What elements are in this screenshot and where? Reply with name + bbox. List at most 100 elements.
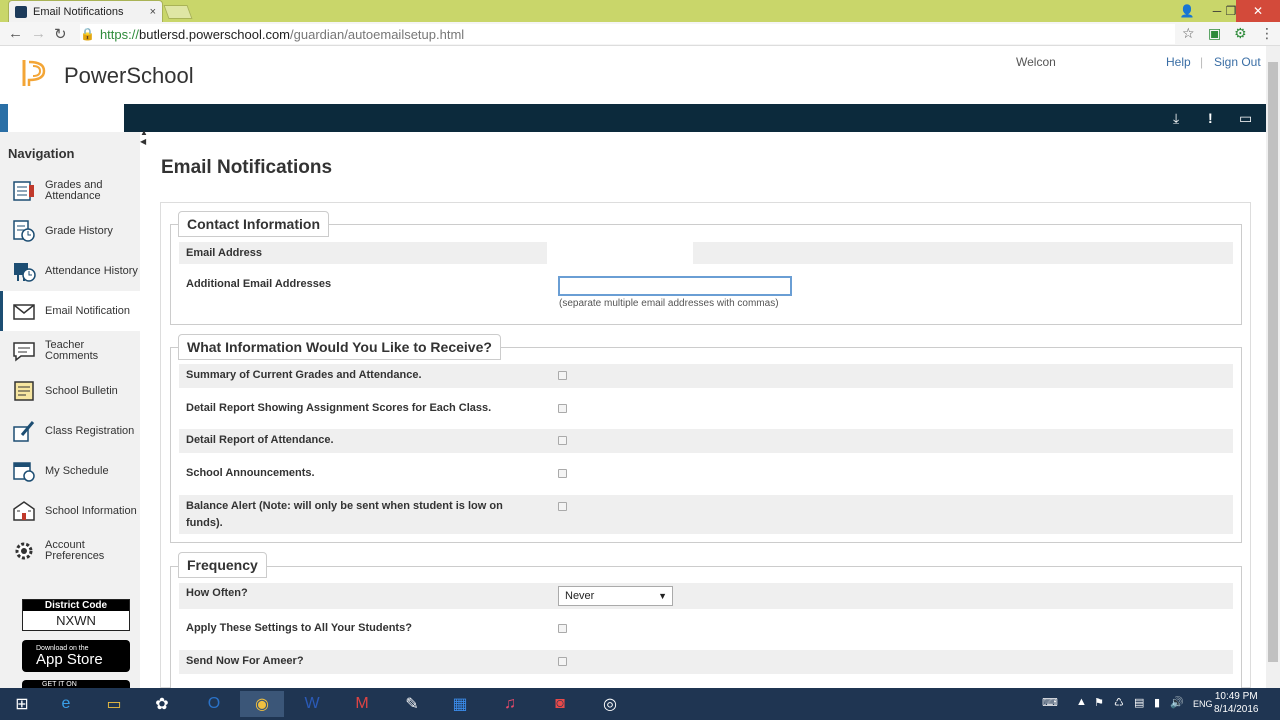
browser-toolbar: ← → ↻ 🔒 https:// butlersd.powerschool.co…: [0, 22, 1280, 46]
internet-explorer-icon[interactable]: e: [44, 691, 88, 717]
sidebar-item-label: Grade History: [45, 224, 113, 237]
option-label: Summary of Current Grades and Attendance…: [186, 369, 422, 381]
tray-expand-icon[interactable]: ▲: [1076, 696, 1087, 708]
network-icon[interactable]: ▤: [1134, 696, 1144, 709]
taskbar-clock[interactable]: 10:49 PM 8/14/2016: [1214, 690, 1259, 716]
new-tab-button[interactable]: [163, 5, 193, 19]
google-play-small-text: GET IT ON: [42, 681, 77, 688]
app-icon[interactable]: ✎: [390, 691, 434, 717]
sidebar-collapse-toggle[interactable]: ▲ ◀: [140, 128, 148, 152]
attendance-report-checkbox[interactable]: [558, 436, 567, 445]
volume-icon[interactable]: 🔊: [1170, 696, 1184, 709]
summary-grades-checkbox[interactable]: [558, 371, 567, 380]
extension-icon[interactable]: ▣: [1208, 25, 1221, 42]
assignment-scores-checkbox[interactable]: [558, 404, 567, 413]
sidebar-item-my-schedule[interactable]: My Schedule: [0, 451, 140, 491]
sidebar-item-label: Teacher Comments: [45, 339, 99, 362]
powerschool-logo-icon: [22, 60, 46, 86]
browser-tab[interactable]: Email Notifications ×: [8, 0, 163, 22]
sidebar-item-class-registration[interactable]: Class Registration: [0, 411, 140, 451]
sidebar-item-grade-history[interactable]: Grade History: [0, 211, 140, 251]
registration-pencil-icon: [12, 419, 36, 443]
frequency-legend: Frequency: [178, 552, 267, 578]
outlook-icon[interactable]: O: [192, 691, 236, 717]
send-now-label: Send Now For Ameer?: [186, 655, 304, 667]
user-profile-icon[interactable]: 👤: [1172, 0, 1202, 22]
how-often-select[interactable]: Never ▼: [558, 586, 673, 606]
sidebar-item-label: School Information: [45, 504, 137, 517]
window-close-button[interactable]: ✕: [1236, 0, 1280, 22]
bookmark-star-icon[interactable]: ☆: [1182, 25, 1195, 42]
welcome-text: Welcon: [1016, 55, 1056, 69]
file-explorer-icon[interactable]: ▭: [92, 691, 136, 717]
reload-icon[interactable]: ↻: [54, 25, 67, 43]
sidebar-item-school-information[interactable]: School Information: [0, 491, 140, 531]
sidebar-item-teacher-comments[interactable]: Teacher Comments: [0, 331, 140, 371]
google-play-badge[interactable]: GET IT ON: [22, 680, 130, 688]
sync-icon[interactable]: ♺: [1114, 696, 1124, 709]
back-arrow-icon[interactable]: ←: [8, 25, 23, 42]
district-code-value: NXWN: [56, 613, 96, 628]
battery-icon[interactable]: ▮: [1154, 696, 1160, 709]
forward-arrow-icon[interactable]: →: [31, 25, 46, 42]
word-icon[interactable]: W: [290, 691, 334, 717]
download-icon[interactable]: ⤓: [1173, 110, 1179, 127]
sidebar-item-school-bulletin[interactable]: School Bulletin: [0, 371, 140, 411]
sidebar-item-email-notification[interactable]: Email Notification: [0, 291, 140, 331]
apply-all-label: Apply These Settings to All Your Student…: [186, 622, 412, 634]
option-label: School Announcements.: [186, 467, 315, 479]
app-icon[interactable]: ◎: [588, 691, 632, 717]
sidebar-item-account-preferences[interactable]: Account Preferences: [0, 531, 140, 571]
print-icon[interactable]: ▭: [1239, 110, 1252, 127]
language-indicator[interactable]: ENG: [1193, 699, 1213, 709]
itunes-icon[interactable]: ♫: [488, 691, 532, 717]
gmail-icon[interactable]: M: [340, 691, 384, 717]
apply-all-checkbox[interactable]: [558, 624, 567, 633]
balance-alert-checkbox[interactable]: [558, 502, 567, 511]
page-scrollbar[interactable]: [1266, 46, 1280, 688]
school-announcements-checkbox[interactable]: [558, 469, 567, 478]
navigation-title: Navigation: [8, 146, 75, 161]
calendar-app-icon[interactable]: ▦: [438, 691, 482, 717]
additional-email-field[interactable]: [560, 278, 790, 294]
top-nav-bar: ⤓ ! ▭: [0, 104, 1266, 132]
option-label: Detail Report of Attendance.: [186, 434, 334, 446]
gradebook-icon: [12, 179, 36, 203]
sidebar-item-grades-attendance[interactable]: Grades and Attendance: [0, 171, 140, 211]
sign-out-link[interactable]: Sign Out: [1214, 55, 1261, 69]
scrollbar-thumb[interactable]: [1268, 62, 1278, 662]
app-icon[interactable]: ◙: [538, 691, 582, 717]
how-often-value: Never: [565, 590, 595, 602]
app-icon[interactable]: ✿: [140, 691, 184, 717]
tab-close-icon[interactable]: ×: [150, 6, 156, 18]
powerschool-favicon-icon: [15, 5, 27, 18]
keyboard-icon[interactable]: ⌨: [1042, 696, 1058, 709]
apply-all-row: Apply These Settings to All Your Student…: [179, 617, 1233, 641]
chrome-menu-icon[interactable]: ⋮: [1260, 25, 1274, 42]
app-store-big-text: App Store: [36, 651, 103, 668]
address-bar[interactable]: 🔒 https:// butlersd.powerschool.com /gua…: [80, 24, 1175, 44]
district-code-box: District Code NXWN: [22, 599, 130, 631]
email-address-value: [547, 242, 693, 264]
header-separator: |: [1200, 55, 1204, 69]
send-now-row: Send Now For Ameer?: [179, 650, 1233, 674]
help-link[interactable]: Help: [1166, 55, 1191, 69]
alert-icon[interactable]: !: [1208, 110, 1213, 126]
app-store-badge[interactable]: Download on the App Store: [22, 640, 130, 672]
windows-taskbar: ⊞ e ▭ ✿ O ◉ W M ✎ ▦ ♫ ◙ ◎ ⌨ ▲ ⚑ ♺ ▤ ▮ 🔊 …: [0, 688, 1280, 720]
chrome-icon[interactable]: ◉: [240, 691, 284, 717]
browser-tabstrip: Email Notifications × 👤 ─ ❐ ✕: [0, 0, 1280, 22]
send-now-checkbox[interactable]: [558, 657, 567, 666]
url-scheme: https://: [99, 26, 139, 42]
extension-badge-icon[interactable]: ⚙: [1234, 25, 1247, 42]
windows-start-icon[interactable]: ⊞: [0, 691, 44, 717]
sidebar-item-attendance-history[interactable]: Attendance History: [0, 251, 140, 291]
flag-icon[interactable]: ⚑: [1094, 696, 1104, 709]
envelope-icon: [12, 299, 36, 323]
student-tab-area: [8, 104, 124, 132]
clock-time: 10:49 PM: [1214, 691, 1258, 702]
url-host: butlersd.powerschool.com: [138, 26, 291, 42]
additional-email-input[interactable]: [558, 276, 792, 296]
how-often-row: How Often?: [179, 583, 1233, 609]
sidebar-item-label: Account Preferences: [45, 539, 105, 562]
